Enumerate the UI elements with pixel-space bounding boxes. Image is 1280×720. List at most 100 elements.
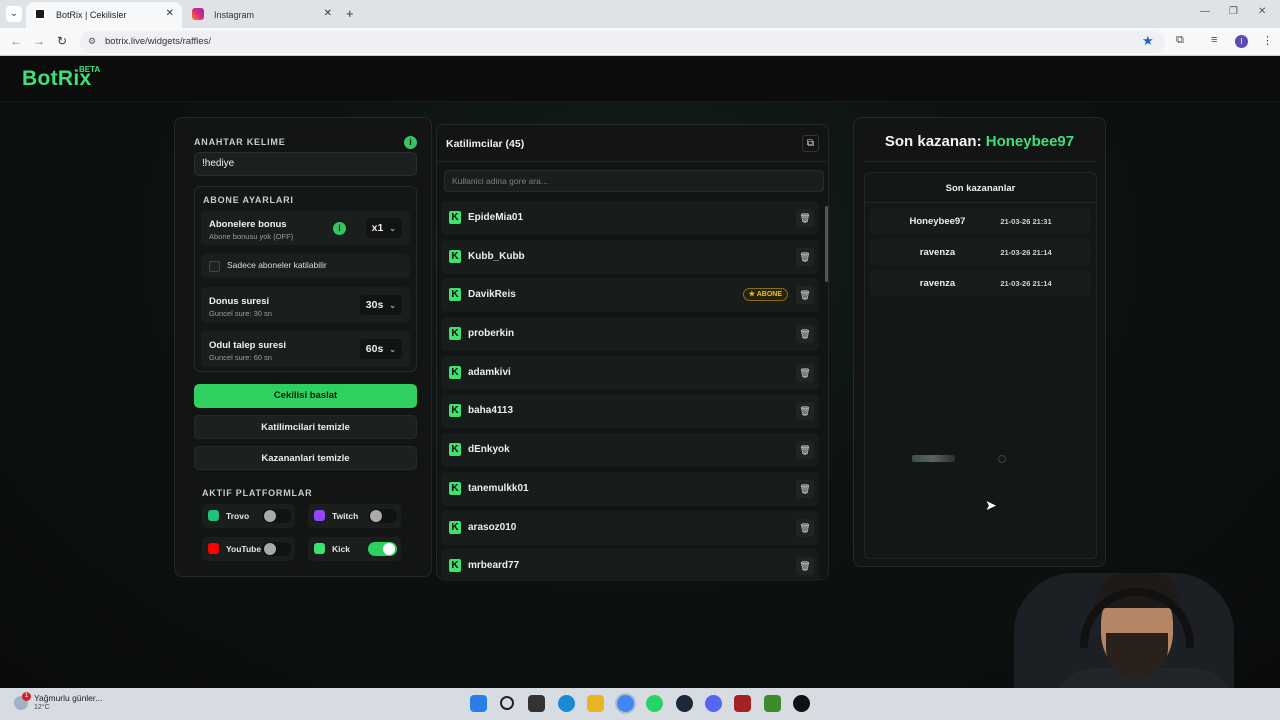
delete-icon[interactable]: 🗑 bbox=[796, 479, 814, 498]
profile-avatar[interactable]: I bbox=[1235, 35, 1248, 48]
kick-icon: K bbox=[449, 481, 461, 495]
search-icon[interactable] bbox=[500, 696, 514, 710]
scrollbar-thumb[interactable] bbox=[825, 206, 828, 282]
delete-icon[interactable]: 🗑 bbox=[796, 518, 814, 537]
forward-icon[interactable]: → bbox=[33, 34, 45, 48]
twitch-toggle[interactable] bbox=[368, 509, 397, 523]
winner-row: ravenza 21-03-26 21:14 bbox=[870, 239, 1091, 265]
kick-icon: K bbox=[449, 520, 461, 534]
participant-name: arasoz010 bbox=[468, 521, 517, 533]
close-tab-icon[interactable]: ✕ bbox=[166, 8, 174, 19]
kick-icon: K bbox=[449, 559, 461, 573]
clear-participants-button[interactable]: Katilimcilari temizle bbox=[194, 415, 417, 439]
url-field[interactable]: ⚙ botrix.live/widgets/raffles/ bbox=[80, 31, 1165, 53]
app-icon[interactable] bbox=[734, 695, 751, 712]
extensions-icon[interactable]: ⧉ bbox=[1176, 34, 1184, 47]
participant-search-input[interactable]: Kullanici adina gore ara... bbox=[444, 170, 824, 192]
close-window-icon[interactable]: ✕ bbox=[1258, 6, 1266, 17]
participant-row: Ktanemulkk01 🗑 bbox=[441, 471, 819, 506]
clear-winners-button[interactable]: Kazananlari temizle bbox=[194, 446, 417, 470]
platform-kick: Kick bbox=[308, 537, 401, 561]
edge-icon[interactable] bbox=[558, 695, 575, 712]
delete-icon[interactable]: 🗑 bbox=[796, 286, 814, 305]
menu-icon[interactable]: ⋮ bbox=[1262, 34, 1273, 47]
tab-instagram[interactable]: Instagram ✕ bbox=[184, 2, 340, 28]
recent-winners-box: Son kazananlar Honeybee97 21-03-26 21:31… bbox=[864, 172, 1097, 559]
whatsapp-icon[interactable] bbox=[646, 695, 663, 712]
delete-icon[interactable]: 🗑 bbox=[796, 247, 814, 266]
delete-icon[interactable]: 🗑 bbox=[796, 325, 814, 344]
recent-winners-title: Son kazananlar bbox=[945, 183, 1016, 194]
task-view-icon[interactable] bbox=[528, 695, 545, 712]
kick-toggle[interactable] bbox=[368, 542, 397, 556]
bookmark-star-icon[interactable]: ★ bbox=[1142, 33, 1154, 49]
duration-select-value: 30s bbox=[365, 299, 384, 311]
steam-icon[interactable] bbox=[676, 695, 693, 712]
tab-botrix[interactable]: BotRix | Cekilisler ✕ bbox=[26, 2, 182, 28]
bonus-select[interactable]: x1 ⌄ bbox=[365, 218, 402, 238]
minecraft-icon[interactable] bbox=[764, 695, 781, 712]
info-icon[interactable]: i bbox=[404, 136, 417, 149]
start-icon[interactable] bbox=[470, 695, 487, 712]
participant-row: K DavikReis ★ ABONE 🗑 bbox=[441, 278, 819, 313]
subscriber-bonus-row: Abonelere bonus Abone bonusu yok (OFF) i… bbox=[201, 211, 410, 245]
discord-icon[interactable] bbox=[705, 695, 722, 712]
info-icon[interactable]: i bbox=[333, 222, 346, 235]
copy-icon[interactable]: ⧉ bbox=[802, 135, 819, 152]
chevron-down-icon: ⌄ bbox=[389, 224, 396, 233]
duration-select[interactable]: 30s ⌄ bbox=[359, 295, 402, 315]
back-icon[interactable]: ← bbox=[10, 34, 22, 48]
platform-twitch: Twitch bbox=[308, 504, 401, 528]
participant-list: K EpideMia01 🗑 K Kubb_Kubb 🗑 K DavikReis ★ ABONE… bbox=[441, 201, 819, 581]
start-raffle-button[interactable]: Cekilisi baslat bbox=[194, 384, 417, 408]
raffle-settings-panel: ANAHTAR KELIME i !hediye ABONE AYARLARI … bbox=[174, 117, 432, 577]
chrome-icon[interactable] bbox=[617, 695, 634, 712]
maximize-icon[interactable]: ❐ bbox=[1229, 6, 1238, 17]
subscriber-badge: ★ ABONE bbox=[742, 288, 788, 302]
file-explorer-icon[interactable] bbox=[587, 695, 604, 712]
claim-time-sub: Guncel sure: 60 sn bbox=[209, 353, 272, 362]
participant-row: Kmrbeard77 🗑 bbox=[441, 549, 819, 581]
subscriber-settings-title: ABONE AYARLARI bbox=[203, 195, 294, 205]
delete-icon[interactable]: 🗑 bbox=[796, 402, 814, 421]
kick-icon: K bbox=[449, 365, 461, 379]
site-info-icon[interactable]: ⚙ bbox=[88, 36, 99, 47]
media-control-icon[interactable]: ≡ bbox=[1211, 34, 1217, 46]
instagram-favicon-icon bbox=[192, 8, 204, 20]
participant-name: dEnkyok bbox=[468, 444, 510, 456]
claim-time-label: Odul talep suresi bbox=[209, 340, 287, 351]
delete-icon[interactable]: 🗑 bbox=[796, 557, 814, 576]
delete-icon[interactable]: 🗑 bbox=[796, 441, 814, 460]
participants-title: Katilimcilar (45) bbox=[446, 138, 525, 150]
subscriber-badge-label: ABONE bbox=[756, 291, 782, 299]
new-tab-icon[interactable]: + bbox=[346, 6, 354, 21]
tab-title: Instagram bbox=[214, 10, 255, 20]
beta-label: BETA bbox=[79, 65, 101, 74]
claim-time-row: Odul talep suresi Guncel sure: 60 sn 60s… bbox=[201, 331, 410, 367]
app-icon[interactable] bbox=[793, 695, 810, 712]
kick-icon: K bbox=[449, 249, 461, 263]
toggle-knob bbox=[383, 543, 395, 555]
winners-panel: Son kazanan: Honeybee97 Son kazananlar H… bbox=[853, 117, 1106, 567]
divider bbox=[437, 161, 828, 162]
address-bar: ← → ↻ ⚙ botrix.live/widgets/raffles/ ★ ⧉… bbox=[0, 28, 1280, 56]
mouse-cursor-icon: ➤ bbox=[985, 497, 997, 513]
toggle-knob bbox=[264, 510, 276, 522]
tab-search-icon[interactable]: ⌄ bbox=[6, 6, 22, 22]
trovo-toggle[interactable] bbox=[262, 509, 291, 523]
delete-icon[interactable]: 🗑 bbox=[796, 363, 814, 382]
close-tab-icon[interactable]: ✕ bbox=[324, 8, 332, 19]
taskbar: 1 Yağmurlu günler... 12°C bbox=[0, 688, 1280, 720]
youtube-toggle[interactable] bbox=[262, 542, 291, 556]
delete-icon[interactable]: 🗑 bbox=[796, 209, 814, 227]
keyword-input[interactable]: !hediye bbox=[194, 152, 417, 176]
claim-time-select[interactable]: 60s ⌄ bbox=[359, 339, 402, 359]
reload-icon[interactable]: ↻ bbox=[57, 34, 67, 48]
subscriber-bonus-label: Abonelere bonus bbox=[209, 219, 287, 230]
platforms-title: AKTIF PLATFORMLAR bbox=[202, 488, 313, 498]
subscribers-only-row[interactable]: Sadece aboneler katilabilir bbox=[201, 254, 410, 278]
participant-name: DavikReis bbox=[468, 289, 516, 301]
minimize-icon[interactable]: — bbox=[1200, 6, 1210, 17]
subscribers-only-checkbox[interactable] bbox=[209, 261, 220, 272]
tab-title: BotRix | Cekilisler bbox=[56, 10, 127, 20]
